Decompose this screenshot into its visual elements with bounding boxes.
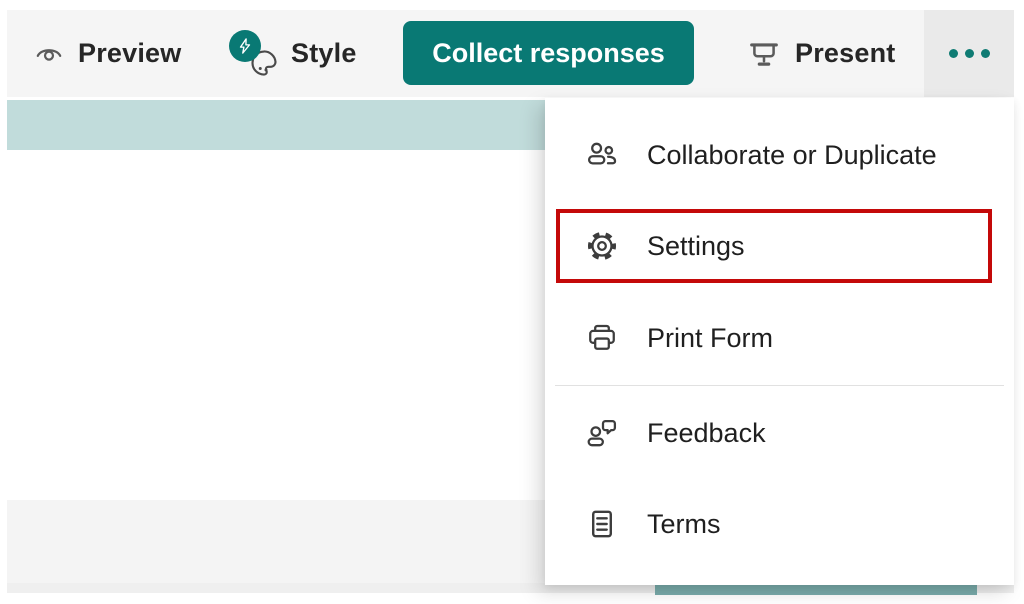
menu-item-label: Settings [647, 231, 745, 262]
menu-item-label: Feedback [647, 418, 766, 449]
collect-responses-button[interactable]: Collect responses [403, 21, 694, 85]
more-options-button[interactable] [924, 10, 1014, 97]
present-button[interactable]: Present [747, 10, 895, 97]
lightning-bolt-icon [229, 30, 261, 62]
menu-item-label: Terms [647, 509, 721, 540]
present-label: Present [795, 38, 895, 69]
people-icon [585, 138, 619, 172]
eye-icon [33, 40, 65, 68]
style-palette-bolt-icon [229, 30, 279, 78]
more-options-menu: Collaborate or Duplicate Settings Print … [545, 98, 1014, 585]
menu-item-terms[interactable]: Terms [545, 488, 1014, 560]
projector-screen-icon [747, 38, 781, 70]
document-icon [585, 507, 619, 541]
printer-icon [585, 321, 619, 355]
more-ellipsis-icon [949, 49, 958, 58]
menu-divider [555, 385, 1004, 386]
collect-responses-label: Collect responses [432, 38, 665, 69]
menu-item-feedback[interactable]: Feedback [545, 397, 1014, 469]
menu-item-label: Print Form [647, 323, 773, 354]
menu-item-collaborate-or-duplicate[interactable]: Collaborate or Duplicate [545, 119, 1014, 191]
gear-icon [585, 229, 619, 263]
menu-item-label: Collaborate or Duplicate [647, 140, 937, 171]
menu-item-settings[interactable]: Settings [545, 210, 1014, 282]
menu-item-print-form[interactable]: Print Form [545, 302, 1014, 374]
top-toolbar: Preview Style Collect responses [7, 10, 1014, 97]
style-button[interactable]: Style [229, 10, 357, 97]
preview-button[interactable]: Preview [33, 10, 181, 97]
preview-label: Preview [78, 38, 181, 69]
style-label: Style [291, 38, 357, 69]
person-feedback-icon [585, 416, 619, 450]
